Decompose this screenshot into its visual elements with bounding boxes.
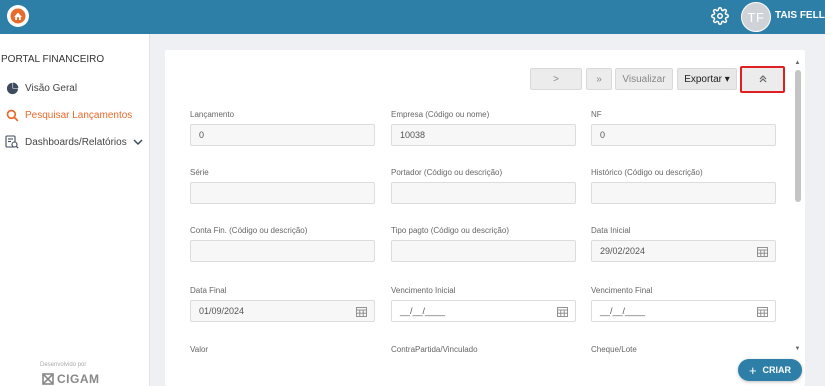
sidebar-item-label: Pesquisar Lançamentos bbox=[25, 109, 133, 121]
empresa-label: Empresa (Código ou nome) bbox=[391, 110, 490, 119]
historico-input[interactable] bbox=[591, 182, 776, 204]
brand-name: CIGAM bbox=[57, 372, 100, 386]
portador-label: Portador (Código ou descrição) bbox=[391, 168, 503, 177]
cheque-lote-label: Cheque/Lote bbox=[591, 345, 637, 354]
vencimento-inicial-input[interactable]: __/__/____ bbox=[391, 300, 576, 322]
collapse-button[interactable] bbox=[740, 66, 785, 93]
chevron-down-icon[interactable] bbox=[133, 138, 143, 146]
nf-input[interactable]: 0 bbox=[591, 124, 776, 146]
contrapartida-label: ContraPartida/Vinculado bbox=[391, 345, 478, 354]
sidebar-item-label: Visão Geral bbox=[25, 82, 78, 94]
data-inicial-label: Data Inicial bbox=[591, 226, 631, 235]
gear-icon[interactable] bbox=[711, 7, 729, 25]
data-inicial-value: 29/02/2024 bbox=[600, 246, 646, 256]
data-inicial-input[interactable]: 29/02/2024 bbox=[591, 240, 776, 262]
calendar-icon[interactable] bbox=[356, 306, 367, 317]
cigam-logo-icon bbox=[42, 373, 54, 385]
sidebar-item-dashboards-relatorios[interactable]: Dashboards/Relatórios bbox=[5, 133, 143, 151]
calendar-icon[interactable] bbox=[757, 306, 768, 317]
scroll-down-arrow-icon[interactable]: ▼ bbox=[794, 346, 801, 354]
pie-chart-icon bbox=[5, 81, 19, 95]
create-button[interactable]: + CRIAR bbox=[738, 359, 802, 381]
sidebar-item-pesquisar-lancamentos[interactable]: Pesquisar Lançamentos bbox=[5, 106, 132, 124]
serie-label: Série bbox=[190, 168, 209, 177]
user-name[interactable]: TAIS FELLES bbox=[775, 10, 825, 21]
sidebar-item-label: Dashboards/Relatórios bbox=[25, 136, 127, 148]
valor-label: Valor bbox=[190, 345, 209, 354]
portador-input[interactable] bbox=[391, 182, 576, 204]
calendar-icon[interactable] bbox=[557, 306, 568, 317]
vencimento-final-label: Vencimento Final bbox=[591, 286, 653, 295]
portal-title: PORTAL FINANCEIRO bbox=[1, 54, 105, 65]
next-page-button[interactable]: > bbox=[530, 68, 582, 90]
data-final-input[interactable]: 01/09/2024 bbox=[190, 300, 375, 322]
visualize-button[interactable]: Visualizar bbox=[615, 68, 673, 90]
scrollbar-thumb[interactable] bbox=[795, 70, 801, 202]
vencimento-inicial-label: Vencimento Inicial bbox=[391, 286, 456, 295]
serie-input[interactable] bbox=[190, 182, 375, 204]
search-panel bbox=[165, 50, 805, 386]
historico-label: Histórico (Código ou descrição) bbox=[591, 168, 703, 177]
conta-fin-input[interactable] bbox=[190, 240, 375, 262]
search-icon bbox=[5, 108, 19, 122]
sidebar: PORTAL FINANCEIRO Visão Geral Pesquisar … bbox=[0, 34, 150, 386]
app-logo-icon[interactable] bbox=[7, 5, 29, 27]
vencimento-final-input[interactable]: __/__/____ bbox=[591, 300, 776, 322]
data-final-value: 01/09/2024 bbox=[199, 306, 245, 316]
lancamento-input[interactable]: 0 bbox=[190, 124, 375, 146]
chevron-double-up-icon bbox=[758, 74, 768, 86]
scroll-up-arrow-icon[interactable]: ▲ bbox=[794, 60, 801, 68]
avatar[interactable]: TF bbox=[741, 2, 771, 32]
empresa-input[interactable]: 10038 bbox=[391, 124, 576, 146]
nf-label: NF bbox=[591, 110, 602, 119]
powered-by-text: Desenvolvido por bbox=[40, 362, 87, 368]
top-bar: TF TAIS FELLES bbox=[0, 0, 825, 34]
data-final-label: Data Final bbox=[190, 286, 227, 295]
conta-fin-label: Conta Fin. (Código ou descrição) bbox=[190, 226, 308, 235]
plus-icon: + bbox=[748, 362, 757, 378]
vencimento-final-value: __/__/____ bbox=[600, 306, 646, 316]
last-page-button[interactable]: » bbox=[586, 68, 612, 90]
brand-logo: CIGAM bbox=[42, 372, 100, 386]
tipo-pagto-label: Tipo pagto (Código ou descrição) bbox=[391, 226, 509, 235]
export-button[interactable]: Exportar ▾ bbox=[677, 68, 737, 90]
create-button-label: CRIAR bbox=[762, 365, 792, 375]
calendar-icon[interactable] bbox=[757, 246, 768, 257]
report-icon bbox=[5, 135, 19, 149]
tipo-pagto-input[interactable] bbox=[391, 240, 576, 262]
sidebar-item-visao-geral[interactable]: Visão Geral bbox=[5, 79, 77, 97]
lancamento-label: Lançamento bbox=[190, 110, 235, 119]
vencimento-inicial-value: __/__/____ bbox=[400, 306, 446, 316]
